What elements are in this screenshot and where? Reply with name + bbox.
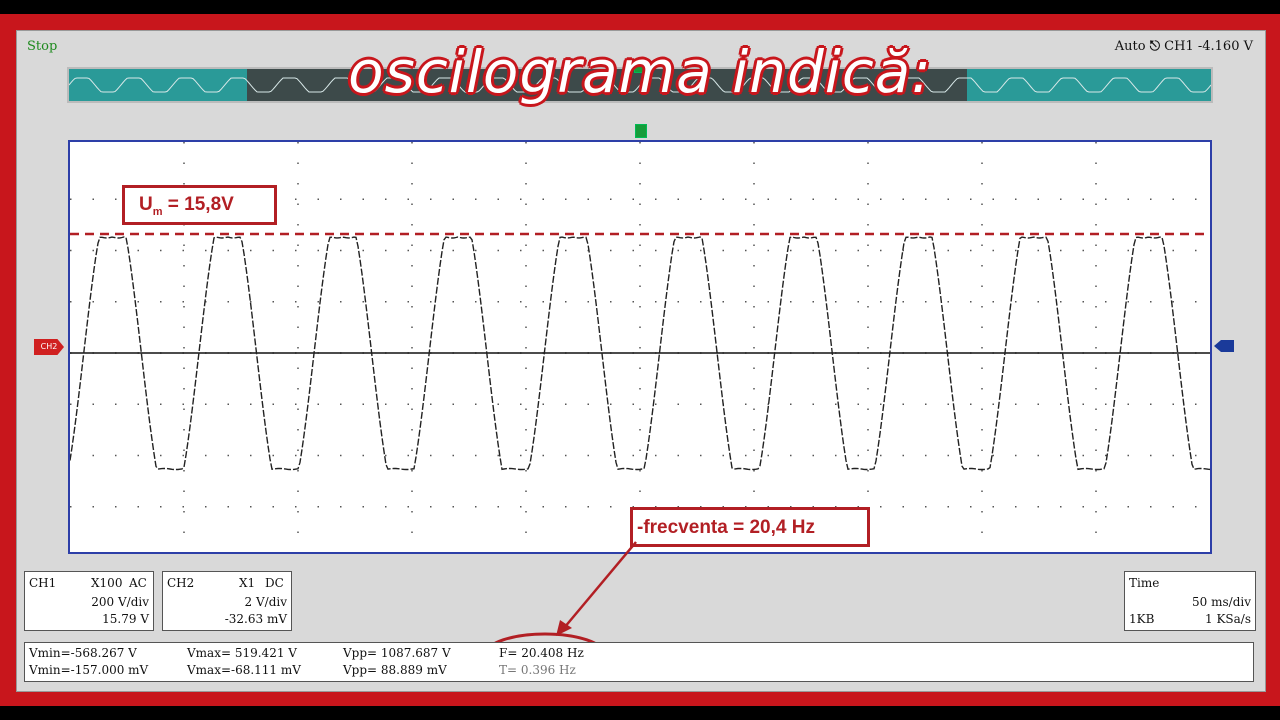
meas-frequency: F= 20.408 Hz — [499, 646, 584, 660]
ch2-panel[interactable]: CH2 X1 DC 2 V/div -32.63 mV — [162, 571, 292, 631]
timebase-sample-rate: 1 KSa/s — [1205, 612, 1251, 626]
ch2-volts-div: 2 V/div — [244, 595, 287, 609]
timebase-panel[interactable]: Time 50 ms/div 1KB 1 KSa/s — [1124, 571, 1256, 631]
ch1-name: CH1 — [29, 576, 57, 590]
timebase-memory: 1KB — [1129, 612, 1155, 626]
ch1-probe: X100 — [91, 576, 123, 590]
timebase-value: 50 ms/div — [1192, 595, 1251, 609]
ch1-coupling: AC — [129, 576, 147, 590]
meas-vpp-ch1: Vpp= 1087.687 V — [343, 646, 451, 660]
timebase-title: Time — [1129, 576, 1160, 590]
meas-vmax-ch1: Vmax= 519.421 V — [187, 646, 297, 660]
ch2-probe: X1 — [239, 576, 256, 590]
ch2-offset: -32.63 mV — [224, 612, 287, 626]
ch1-panel[interactable]: CH1 X100 AC 200 V/div 15.79 V — [24, 571, 154, 631]
meas-vpp-ch2: Vpp= 88.889 mV — [343, 663, 447, 677]
ch2-name: CH2 — [167, 576, 195, 590]
ch1-volts-div: 200 V/div — [91, 595, 149, 609]
measurement-bar: Vmin=-568.267 V Vmin=-157.000 mV Vmax= 5… — [24, 642, 1254, 682]
meas-period: T= 0.396 Hz — [499, 663, 576, 677]
meas-vmin-ch2: Vmin=-157.000 mV — [29, 663, 149, 677]
meas-vmax-ch2: Vmax=-68.111 mV — [187, 663, 301, 677]
ch2-coupling: DC — [265, 576, 284, 590]
meas-vmin-ch1: Vmin=-568.267 V — [29, 646, 137, 660]
ch1-offset: 15.79 V — [102, 612, 149, 626]
